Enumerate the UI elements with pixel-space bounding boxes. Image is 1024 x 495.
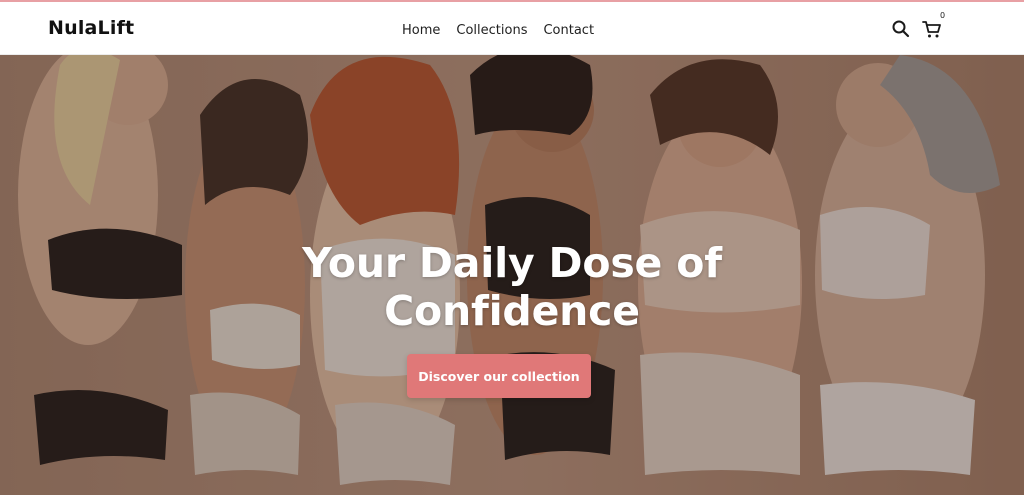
main-navigation: Home Collections Contact — [402, 20, 594, 40]
search-icon[interactable] — [890, 18, 912, 40]
hero-title-line-1: Your Daily Dose of — [302, 239, 722, 287]
brand-logo[interactable]: NulaLift — [48, 17, 134, 39]
hero-banner: Your Daily Dose of Confidence Discover o… — [0, 55, 1024, 495]
site-header: NulaLift Home Collections Contact 0 — [0, 2, 1024, 55]
nav-link-home[interactable]: Home — [402, 23, 440, 38]
cart-count-badge: 0 — [940, 11, 946, 20]
hero-title: Your Daily Dose of Confidence — [0, 239, 1024, 335]
hero-title-line-2: Confidence — [384, 287, 640, 335]
discover-collection-button[interactable]: Discover our collection — [407, 354, 591, 398]
cart-icon[interactable] — [921, 18, 943, 40]
nav-link-collections[interactable]: Collections — [456, 23, 527, 38]
nav-link-contact[interactable]: Contact — [543, 23, 594, 38]
hero-content: Your Daily Dose of Confidence — [0, 239, 1024, 335]
